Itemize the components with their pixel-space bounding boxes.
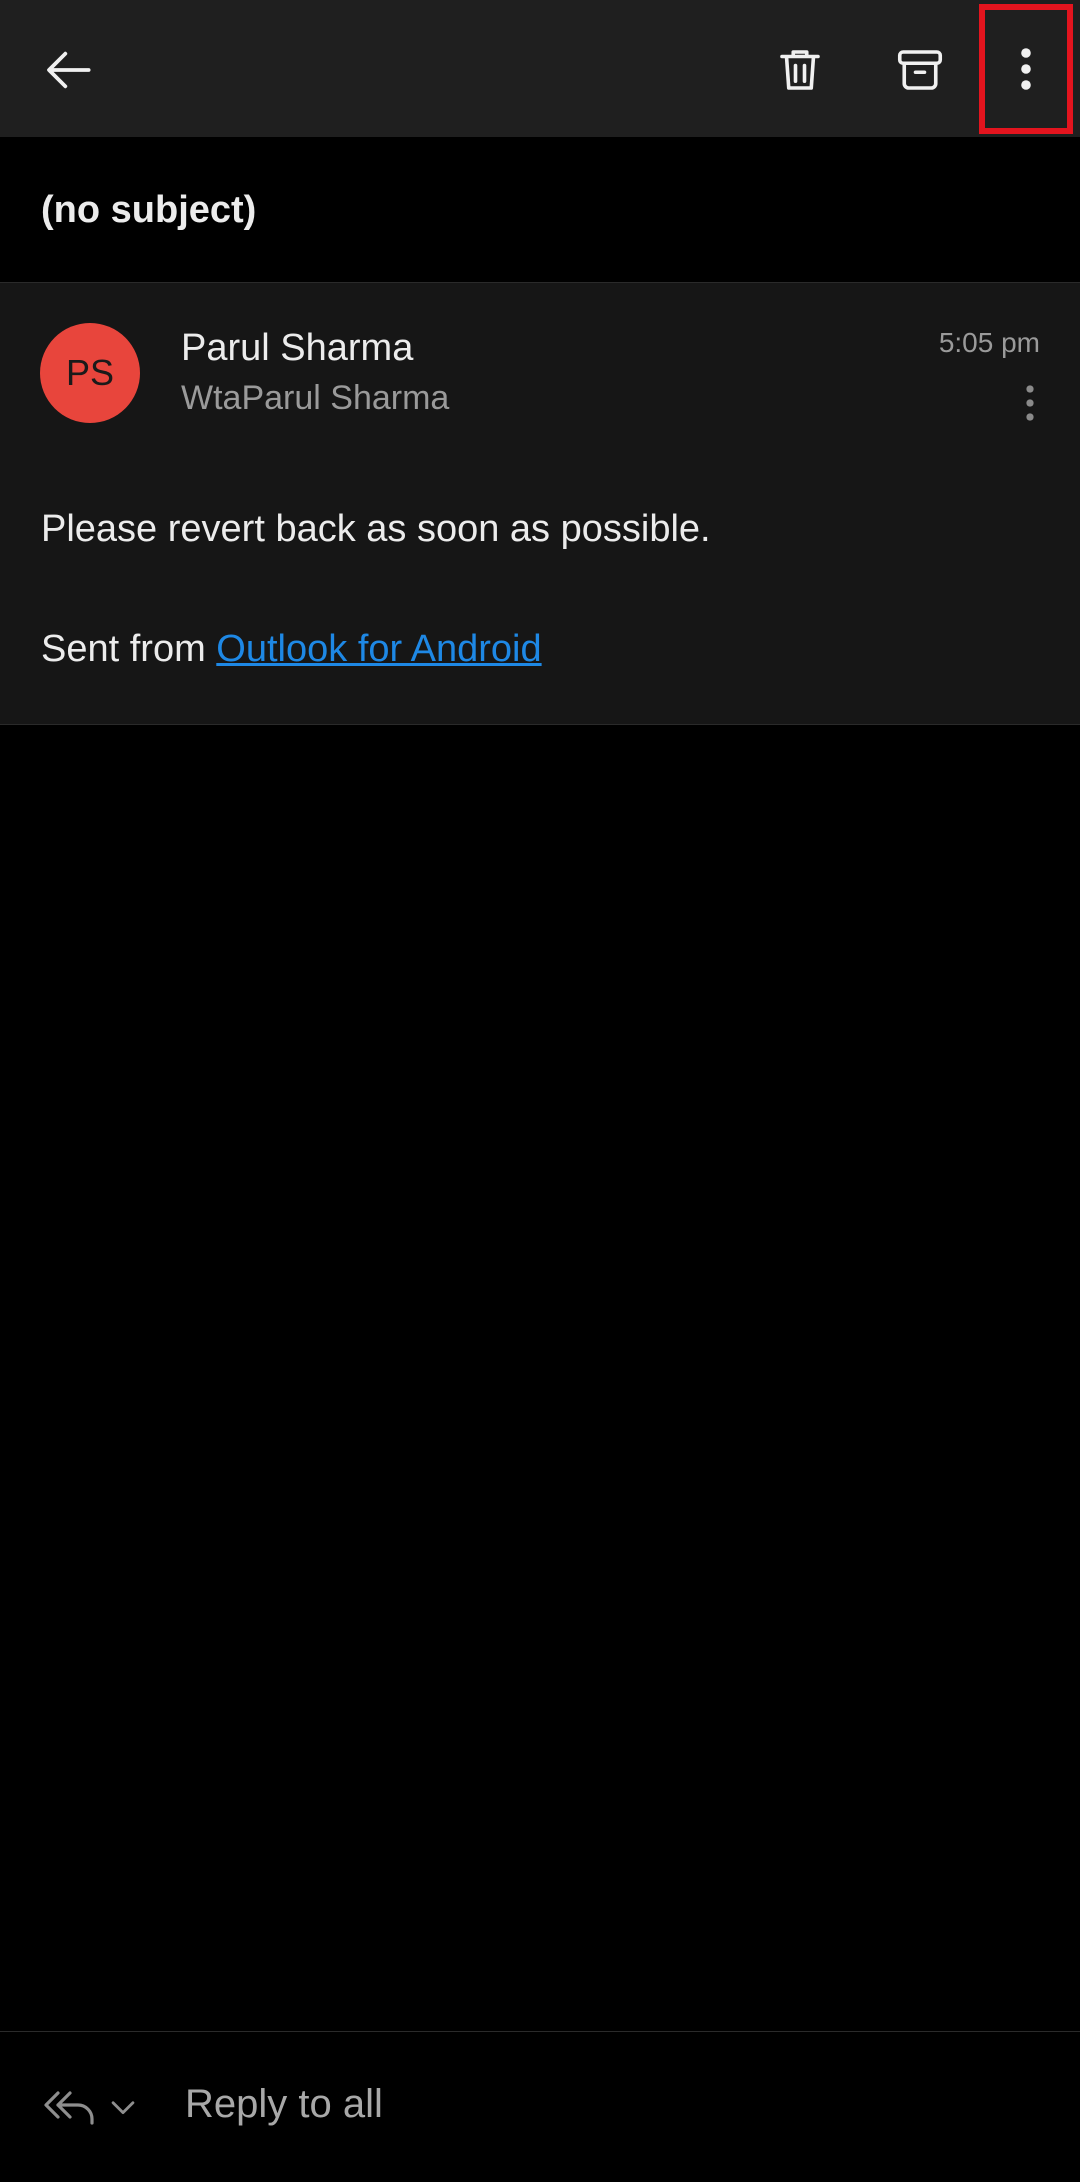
sender-name[interactable]: Parul Sharma: [181, 327, 413, 370]
more-options-button[interactable]: [979, 4, 1073, 134]
top-toolbar: [0, 0, 1080, 137]
sender-recipient: WtaParul Sharma: [181, 379, 450, 417]
reply-bar: Reply to all: [0, 2031, 1080, 2182]
back-button[interactable]: [28, 28, 112, 112]
more-vertical-icon: [1026, 385, 1034, 421]
message-signature: Sent from Outlook for Android: [41, 628, 542, 671]
message-card: PS Parul Sharma WtaParul Sharma 5:05 pm …: [0, 283, 1080, 725]
reply-options-button[interactable]: [40, 2062, 170, 2152]
reply-to-all-button[interactable]: Reply to all: [185, 2082, 383, 2127]
message-more-button[interactable]: [1010, 371, 1050, 435]
signature-prefix: Sent from: [41, 628, 206, 670]
message-body: Please revert back as soon as possible.: [41, 508, 711, 550]
email-subject: (no subject): [41, 189, 257, 231]
delete-button[interactable]: [758, 28, 842, 112]
subject-bar: (no subject): [0, 137, 1080, 283]
more-vertical-icon: [1021, 48, 1031, 90]
reply-all-icon: [44, 2091, 94, 2125]
trash-icon: [780, 50, 820, 90]
arrow-left-icon: [47, 51, 91, 89]
archive-button[interactable]: [878, 28, 962, 112]
message-time: 5:05 pm: [938, 327, 1040, 358]
archive-icon: [897, 50, 943, 90]
chevron-down-icon: [111, 2101, 135, 2115]
avatar[interactable]: PS: [40, 323, 140, 423]
outlook-android-link[interactable]: Outlook for Android: [216, 628, 541, 670]
